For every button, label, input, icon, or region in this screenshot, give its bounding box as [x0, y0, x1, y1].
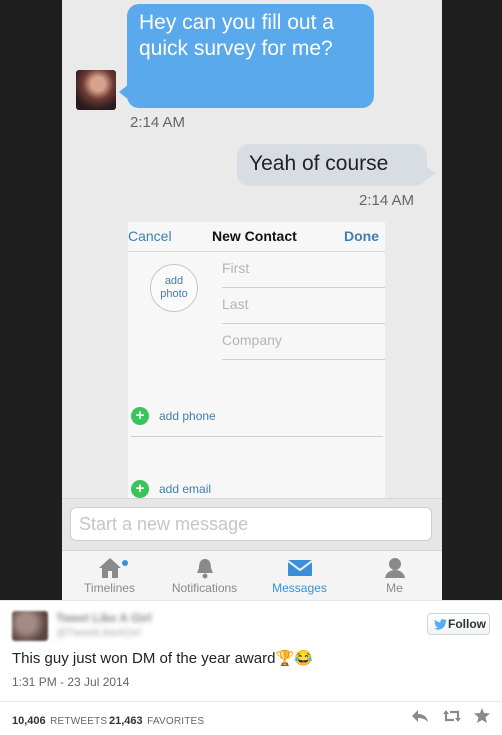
retweets-count: 10,406: [12, 715, 46, 727]
bell-icon: [196, 559, 213, 579]
retweets-label: RETWEETS: [50, 716, 108, 727]
new-contact-screenshot: Cancel New Contact Done add photo First …: [128, 222, 385, 498]
add-phone-label: add phone: [159, 409, 216, 423]
contact-cancel-button: Cancel: [128, 228, 172, 244]
tweet-stats-bar: 10,406 RETWEETS 21,463 FAVORITES: [0, 701, 502, 735]
company-field: Company: [222, 324, 385, 360]
incoming-message-bubble: Hey can you fill out a quick survey for …: [119, 4, 374, 108]
retweets-stat[interactable]: 10,406 RETWEETS: [12, 711, 107, 729]
tab-timelines-label: Timelines: [84, 581, 135, 595]
reply-icon[interactable]: [411, 709, 429, 728]
person-icon: [384, 558, 405, 578]
unread-dot: [122, 560, 128, 566]
envelope-icon: [286, 560, 313, 576]
favorite-star-icon[interactable]: [474, 708, 490, 728]
screenshot-frame: Hey can you fill out a quick survey for …: [0, 0, 502, 600]
tab-bar: Timelines Notifications Messages Me: [62, 550, 442, 600]
add-photo-circle: add photo: [150, 264, 198, 312]
outgoing-message-bubble: Yeah of course: [237, 144, 436, 186]
last-name-field: Last: [222, 288, 385, 324]
tweet-text: This guy just won DM of the year award🏆😂: [12, 650, 313, 667]
tab-me[interactable]: Me: [347, 551, 442, 600]
tweet-author-handle[interactable]: @TweetLikeAGirl: [56, 627, 141, 639]
tweet-author-name[interactable]: Tweet Like A Girl: [56, 611, 152, 625]
incoming-message-time: 2:14 AM: [130, 114, 186, 131]
tweet-actions: [403, 708, 490, 728]
outgoing-message-time: 2:14 AM: [359, 192, 415, 209]
follow-label: Follow: [448, 617, 486, 631]
retweet-icon[interactable]: [442, 709, 462, 728]
favorites-count: 21,463: [109, 715, 143, 727]
contact-nav-bar: Cancel New Contact Done: [128, 222, 385, 252]
add-email-label: add email: [159, 482, 212, 496]
sender-avatar[interactable]: [76, 70, 116, 110]
favorites-label: FAVORITES: [147, 716, 205, 727]
tweet-timestamp[interactable]: 1:31 PM - 23 Jul 2014: [12, 675, 129, 689]
message-composer: [62, 498, 442, 550]
phone-screen: Hey can you fill out a quick survey for …: [62, 0, 442, 600]
add-email-row: + add email: [131, 480, 383, 498]
home-icon: [98, 558, 121, 578]
first-name-field: First: [222, 252, 385, 288]
plus-icon: +: [131, 480, 149, 498]
tab-notifications[interactable]: Notifications: [157, 551, 252, 600]
tab-messages[interactable]: Messages: [252, 551, 347, 600]
contact-title: New Contact: [212, 228, 297, 244]
tab-messages-label: Messages: [272, 581, 327, 595]
tab-me-label: Me: [386, 581, 403, 595]
twitter-bird-icon: [434, 619, 447, 630]
message-input[interactable]: [70, 507, 432, 541]
plus-icon: +: [131, 407, 149, 425]
follow-button[interactable]: Follow: [427, 613, 490, 635]
tweet-author-avatar[interactable]: [12, 611, 48, 641]
tab-timelines[interactable]: Timelines: [62, 551, 157, 600]
tweet-card: Tweet Like A Girl @TweetLikeAGirl Follow…: [0, 600, 502, 734]
contact-done-button: Done: [344, 228, 379, 244]
tab-notifications-label: Notifications: [171, 581, 238, 595]
add-phone-row: + add phone: [131, 407, 383, 437]
favorites-stat[interactable]: 21,463 FAVORITES: [109, 711, 204, 729]
